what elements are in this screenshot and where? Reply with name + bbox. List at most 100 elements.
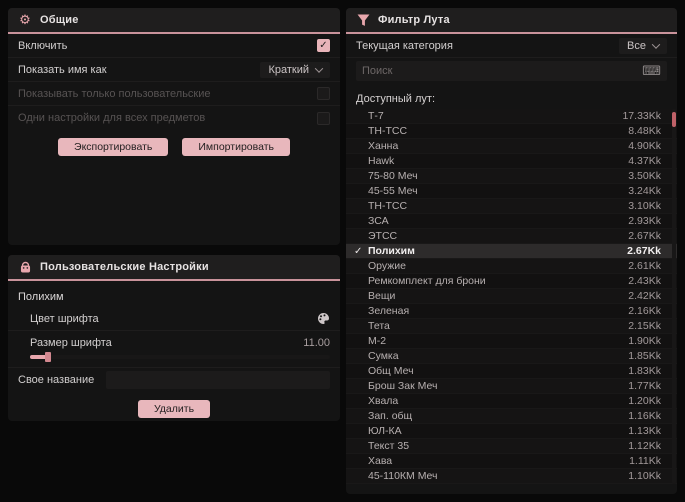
loot-item-name: Зеленая	[368, 305, 410, 317]
loot-item-value: 2.15Kk	[628, 320, 661, 332]
loot-item-value: 1.85Kk	[628, 350, 661, 362]
loot-row[interactable]: Оружие 2.61Kk	[346, 259, 677, 274]
loot-item-value: 2.67Kk	[628, 230, 661, 242]
loot-row[interactable]: ЮЛ-КА 1.13Kk	[346, 424, 677, 439]
only-custom-checkbox[interactable]	[317, 87, 330, 100]
loot-item-name: Общ Меч	[368, 365, 414, 377]
loot-row[interactable]: Вещи 2.42Kk	[346, 289, 677, 304]
only-custom-row[interactable]: Показывать только пользовательские	[8, 82, 340, 106]
loot-item-name: Текст 35	[368, 440, 410, 452]
export-import-row: Экспортировать Импортировать	[8, 130, 340, 156]
loot-item-value: 3.50Kk	[628, 170, 661, 182]
user-settings-panel: Пользовательские Настройки Полихим Цвет …	[8, 255, 340, 421]
loot-list: Т-7 17.33Kk ТН-ТСС 8.48Kk Ханна 4.90Kk Hawk 4.3…	[346, 109, 677, 484]
loot-row[interactable]: Т-7 17.33Kk	[346, 109, 677, 124]
loot-item-value: 2.42Kk	[628, 290, 661, 302]
user-settings-title: Пользовательские Настройки	[40, 261, 209, 273]
loot-item-value: 1.77Kk	[628, 380, 661, 392]
loot-item-name: Тета	[368, 320, 390, 332]
loot-item-name: Вещи	[368, 290, 396, 302]
gear-icon: ⚙	[19, 12, 31, 28]
loot-row[interactable]: ЗСА 2.93Kk	[346, 214, 677, 229]
loot-filter-panel: Фильтр Лута Текущая категория Все ⌨ Дост…	[346, 8, 677, 494]
loot-item-name: Ханна	[368, 140, 399, 152]
import-button[interactable]: Импортировать	[182, 138, 290, 156]
delete-row: Удалить	[8, 392, 340, 418]
show-name-dropdown[interactable]: Краткий	[260, 61, 330, 78]
custom-name-input[interactable]	[106, 371, 330, 389]
search-box[interactable]: ⌨	[356, 61, 667, 81]
user-settings-header: Пользовательские Настройки	[8, 255, 340, 281]
same-settings-row[interactable]: Одни настройки для всех предметов	[8, 106, 340, 130]
same-settings-checkbox[interactable]	[317, 111, 330, 125]
loot-row[interactable]: Хава 1.11Kk	[346, 454, 677, 469]
enable-checkbox[interactable]: ✓	[317, 39, 330, 52]
loot-row[interactable]: Общ Меч 1.83Kk	[346, 364, 677, 379]
loot-row[interactable]: 45-110КМ Меч 1.10Kk	[346, 469, 677, 484]
loot-item-name: Полихим	[368, 245, 415, 257]
loot-row[interactable]: ЭТСС 2.67Kk	[346, 229, 677, 244]
font-size-slider[interactable]	[30, 352, 330, 362]
font-color-row[interactable]: Цвет шрифта	[8, 307, 340, 331]
available-loot-label: Доступный лут:	[356, 93, 436, 105]
enable-row[interactable]: Включить ✓	[8, 34, 340, 58]
loot-row[interactable]: Текст 35 1.12Kk	[346, 439, 677, 454]
slider-handle[interactable]	[45, 352, 51, 362]
general-panel-title: Общие	[40, 14, 79, 26]
loot-scrollbar-thumb[interactable]	[672, 112, 676, 127]
selected-item-name: Полихим	[18, 291, 64, 303]
category-dropdown[interactable]: Все	[619, 37, 667, 54]
loot-row[interactable]: Брош Зак Меч 1.77Kk	[346, 379, 677, 394]
loot-row[interactable]: ✓ Полихим 2.67Kk	[346, 244, 677, 259]
search-input[interactable]	[362, 65, 637, 77]
loot-row[interactable]: Зап. общ 1.16Kk	[346, 409, 677, 424]
loot-row[interactable]: Тета 2.15Kk	[346, 319, 677, 334]
loot-item-value: 1.13Kk	[628, 425, 661, 437]
loot-item-value: 2.67Kk	[627, 245, 661, 257]
loot-scrollbar-track[interactable]	[672, 109, 676, 484]
show-name-row: Показать имя как Краткий	[8, 58, 340, 82]
loot-item-name: 45-110КМ Меч	[368, 470, 438, 482]
same-settings-label: Одни настройки для всех предметов	[18, 112, 206, 124]
palette-icon[interactable]	[317, 312, 330, 325]
loot-item-value: 2.43Kk	[628, 275, 661, 287]
loot-row[interactable]: 45-55 Меч 3.24Kk	[346, 184, 677, 199]
loot-row[interactable]: Зеленая 2.16Kk	[346, 304, 677, 319]
loot-item-value: 8.48Kk	[628, 125, 661, 137]
loot-item-value: 4.90Kk	[628, 140, 661, 152]
font-color-label: Цвет шрифта	[30, 312, 99, 325]
category-label: Текущая категория	[356, 39, 453, 52]
loot-item-name: Брош Зак Меч	[368, 380, 438, 392]
loot-item-name: 75-80 Меч	[368, 170, 418, 182]
loot-row[interactable]: 75-80 Меч 3.50Kk	[346, 169, 677, 184]
loot-item-value: 4.37Kk	[628, 155, 661, 167]
loot-item-value: 17.33Kk	[622, 110, 661, 122]
loot-item-name: М-2	[368, 335, 387, 347]
loot-row[interactable]: Сумка 1.85Kk	[346, 349, 677, 364]
loot-item-name: Зап. общ	[368, 410, 413, 422]
loot-item-name: ЮЛ-КА	[368, 425, 402, 437]
loot-row[interactable]: ТН-ТСС 8.48Kk	[346, 124, 677, 139]
loot-item-value: 1.12Kk	[628, 440, 661, 452]
show-name-dropdown-value: Краткий	[268, 63, 309, 76]
export-button[interactable]: Экспортировать	[58, 138, 169, 156]
category-dropdown-value: Все	[627, 39, 646, 52]
delete-button[interactable]: Удалить	[137, 400, 211, 418]
loot-row[interactable]: Ремкомплект для брони 2.43Kk	[346, 274, 677, 289]
loot-item-name: ЭТСС	[368, 230, 398, 242]
loot-row[interactable]: М-2 1.90Kk	[346, 334, 677, 349]
loot-row[interactable]: Hawk 4.37Kk	[346, 154, 677, 169]
loot-row[interactable]: ТН-ТСС 3.10Kk	[346, 199, 677, 214]
loot-row[interactable]: Ханна 4.90Kk	[346, 139, 677, 154]
keyboard-icon: ⌨	[642, 63, 661, 79]
loot-filter-header: Фильтр Лута	[346, 8, 677, 34]
loot-row[interactable]: Хвала 1.20Kk	[346, 394, 677, 409]
loot-item-name: Т-7	[368, 110, 384, 122]
only-custom-label: Показывать только пользовательские	[18, 87, 211, 100]
loot-item-value: 1.10Kk	[628, 470, 661, 482]
loot-item-value: 1.20Kk	[628, 395, 661, 407]
loot-item-value: 1.11Kk	[629, 455, 661, 467]
category-row: Текущая категория Все	[346, 34, 677, 58]
chevron-down-icon	[651, 39, 661, 49]
custom-name-label: Свое название	[18, 374, 95, 386]
